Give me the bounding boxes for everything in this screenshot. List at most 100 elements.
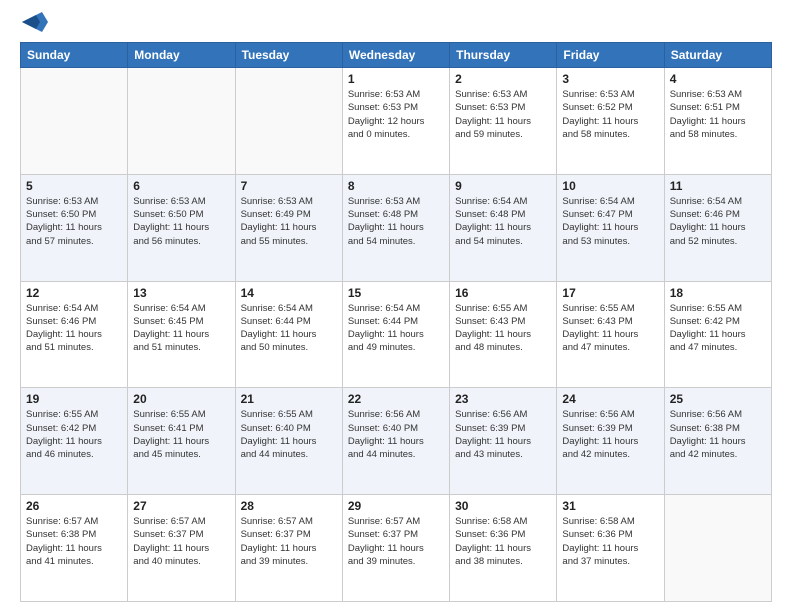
calendar-cell: 3 Sunrise: 6:53 AM Sunset: 6:52 PM Daylig… bbox=[557, 68, 664, 175]
calendar-cell: 27 Sunrise: 6:57 AM Sunset: 6:37 PM Dayli… bbox=[128, 495, 235, 602]
calendar-cell: 23Sunrise: 6:56 AM Sunset: 6:39 PM Dayli… bbox=[450, 388, 557, 495]
calendar-cell: 7 Sunrise: 6:53 AM Sunset: 6:49 PM Daylig… bbox=[235, 174, 342, 281]
calendar-header-row: SundayMondayTuesdayWednesdayThursdayFrid… bbox=[21, 43, 772, 68]
day-info: Sunrise: 6:57 AM Sunset: 6:37 PM Dayligh… bbox=[348, 515, 444, 568]
day-info: Sunrise: 6:53 AM Sunset: 6:53 PM Dayligh… bbox=[455, 88, 551, 141]
calendar-cell: 31 Sunrise: 6:58 AM Sunset: 6:36 PM Dayli… bbox=[557, 495, 664, 602]
day-info: Sunrise: 6:55 AM Sunset: 6:43 PM Dayligh… bbox=[562, 302, 658, 355]
calendar-cell: 28 Sunrise: 6:57 AM Sunset: 6:37 PM Dayli… bbox=[235, 495, 342, 602]
calendar-header-friday: Friday bbox=[557, 43, 664, 68]
calendar-cell: 16 Sunrise: 6:55 AM Sunset: 6:43 PM Dayli… bbox=[450, 281, 557, 388]
calendar-cell: 30 Sunrise: 6:58 AM Sunset: 6:36 PM Dayli… bbox=[450, 495, 557, 602]
calendar-cell: 22 Sunrise: 6:56 AM Sunset: 6:40 PM Dayli… bbox=[342, 388, 449, 495]
day-info: Sunrise: 6:57 AM Sunset: 6:37 PM Dayligh… bbox=[241, 515, 337, 568]
day-number: 7 bbox=[241, 179, 337, 193]
calendar-cell: 19 Sunrise: 6:55 AM Sunset: 6:42 PM Dayli… bbox=[21, 388, 128, 495]
day-info: Sunrise: 6:54 AM Sunset: 6:44 PM Dayligh… bbox=[241, 302, 337, 355]
day-info: Sunrise: 6:54 AM Sunset: 6:45 PM Dayligh… bbox=[133, 302, 229, 355]
day-number: 24 bbox=[562, 392, 658, 406]
calendar-cell: 11Sunrise: 6:54 AM Sunset: 6:46 PM Dayli… bbox=[664, 174, 771, 281]
calendar-header-sunday: Sunday bbox=[21, 43, 128, 68]
day-number: 19 bbox=[26, 392, 122, 406]
day-info: Sunrise: 6:55 AM Sunset: 6:43 PM Dayligh… bbox=[455, 302, 551, 355]
page: SundayMondayTuesdayWednesdayThursdayFrid… bbox=[0, 0, 792, 612]
day-number: 14 bbox=[241, 286, 337, 300]
logo-arrow-icon bbox=[22, 12, 48, 32]
calendar-header-wednesday: Wednesday bbox=[342, 43, 449, 68]
calendar-header-monday: Monday bbox=[128, 43, 235, 68]
logo bbox=[20, 16, 48, 32]
calendar-cell: 1 Sunrise: 6:53 AM Sunset: 6:53 PM Daylig… bbox=[342, 68, 449, 175]
calendar-cell bbox=[235, 68, 342, 175]
day-info: Sunrise: 6:57 AM Sunset: 6:38 PM Dayligh… bbox=[26, 515, 122, 568]
calendar-week-row: 1 Sunrise: 6:53 AM Sunset: 6:53 PM Daylig… bbox=[21, 68, 772, 175]
header bbox=[20, 16, 772, 32]
day-number: 25 bbox=[670, 392, 766, 406]
calendar-week-row: 19 Sunrise: 6:55 AM Sunset: 6:42 PM Dayli… bbox=[21, 388, 772, 495]
day-info: Sunrise: 6:58 AM Sunset: 6:36 PM Dayligh… bbox=[455, 515, 551, 568]
calendar-cell: 21 Sunrise: 6:55 AM Sunset: 6:40 PM Dayli… bbox=[235, 388, 342, 495]
day-info: Sunrise: 6:53 AM Sunset: 6:50 PM Dayligh… bbox=[26, 195, 122, 248]
day-info: Sunrise: 6:55 AM Sunset: 6:41 PM Dayligh… bbox=[133, 408, 229, 461]
day-number: 9 bbox=[455, 179, 551, 193]
day-number: 15 bbox=[348, 286, 444, 300]
day-info: Sunrise: 6:55 AM Sunset: 6:40 PM Dayligh… bbox=[241, 408, 337, 461]
day-number: 1 bbox=[348, 72, 444, 86]
calendar-cell: 18 Sunrise: 6:55 AM Sunset: 6:42 PM Dayli… bbox=[664, 281, 771, 388]
calendar-header-thursday: Thursday bbox=[450, 43, 557, 68]
day-number: 30 bbox=[455, 499, 551, 513]
day-info: Sunrise: 6:54 AM Sunset: 6:46 PM Dayligh… bbox=[670, 195, 766, 248]
day-info: Sunrise: 6:56 AM Sunset: 6:40 PM Dayligh… bbox=[348, 408, 444, 461]
day-number: 31 bbox=[562, 499, 658, 513]
day-info: Sunrise: 6:54 AM Sunset: 6:48 PM Dayligh… bbox=[455, 195, 551, 248]
calendar-cell bbox=[128, 68, 235, 175]
calendar-cell: 15 Sunrise: 6:54 AM Sunset: 6:44 PM Dayli… bbox=[342, 281, 449, 388]
day-number: 10 bbox=[562, 179, 658, 193]
calendar-week-row: 5Sunrise: 6:53 AM Sunset: 6:50 PM Daylig… bbox=[21, 174, 772, 281]
day-number: 17 bbox=[562, 286, 658, 300]
calendar-week-row: 12Sunrise: 6:54 AM Sunset: 6:46 PM Dayli… bbox=[21, 281, 772, 388]
day-number: 2 bbox=[455, 72, 551, 86]
day-number: 16 bbox=[455, 286, 551, 300]
day-info: Sunrise: 6:54 AM Sunset: 6:46 PM Dayligh… bbox=[26, 302, 122, 355]
day-number: 4 bbox=[670, 72, 766, 86]
day-info: Sunrise: 6:54 AM Sunset: 6:44 PM Dayligh… bbox=[348, 302, 444, 355]
day-info: Sunrise: 6:53 AM Sunset: 6:48 PM Dayligh… bbox=[348, 195, 444, 248]
calendar-cell: 25 Sunrise: 6:56 AM Sunset: 6:38 PM Dayli… bbox=[664, 388, 771, 495]
calendar-header-tuesday: Tuesday bbox=[235, 43, 342, 68]
day-number: 27 bbox=[133, 499, 229, 513]
day-info: Sunrise: 6:53 AM Sunset: 6:52 PM Dayligh… bbox=[562, 88, 658, 141]
day-info: Sunrise: 6:53 AM Sunset: 6:53 PM Dayligh… bbox=[348, 88, 444, 141]
day-info: Sunrise: 6:55 AM Sunset: 6:42 PM Dayligh… bbox=[670, 302, 766, 355]
calendar-cell: 5Sunrise: 6:53 AM Sunset: 6:50 PM Daylig… bbox=[21, 174, 128, 281]
calendar-table: SundayMondayTuesdayWednesdayThursdayFrid… bbox=[20, 42, 772, 602]
day-number: 29 bbox=[348, 499, 444, 513]
calendar-cell: 24Sunrise: 6:56 AM Sunset: 6:39 PM Dayli… bbox=[557, 388, 664, 495]
day-number: 3 bbox=[562, 72, 658, 86]
day-info: Sunrise: 6:56 AM Sunset: 6:39 PM Dayligh… bbox=[455, 408, 551, 461]
calendar-cell: 26 Sunrise: 6:57 AM Sunset: 6:38 PM Dayli… bbox=[21, 495, 128, 602]
calendar-cell bbox=[664, 495, 771, 602]
calendar-cell: 2 Sunrise: 6:53 AM Sunset: 6:53 PM Daylig… bbox=[450, 68, 557, 175]
day-number: 13 bbox=[133, 286, 229, 300]
calendar-cell: 14 Sunrise: 6:54 AM Sunset: 6:44 PM Dayli… bbox=[235, 281, 342, 388]
day-number: 21 bbox=[241, 392, 337, 406]
day-info: Sunrise: 6:57 AM Sunset: 6:37 PM Dayligh… bbox=[133, 515, 229, 568]
day-info: Sunrise: 6:53 AM Sunset: 6:49 PM Dayligh… bbox=[241, 195, 337, 248]
day-number: 18 bbox=[670, 286, 766, 300]
day-number: 22 bbox=[348, 392, 444, 406]
day-info: Sunrise: 6:58 AM Sunset: 6:36 PM Dayligh… bbox=[562, 515, 658, 568]
day-number: 20 bbox=[133, 392, 229, 406]
day-number: 8 bbox=[348, 179, 444, 193]
calendar-cell bbox=[21, 68, 128, 175]
calendar-cell: 4 Sunrise: 6:53 AM Sunset: 6:51 PM Daylig… bbox=[664, 68, 771, 175]
day-info: Sunrise: 6:56 AM Sunset: 6:38 PM Dayligh… bbox=[670, 408, 766, 461]
calendar-cell: 17 Sunrise: 6:55 AM Sunset: 6:43 PM Dayli… bbox=[557, 281, 664, 388]
calendar-cell: 13 Sunrise: 6:54 AM Sunset: 6:45 PM Dayli… bbox=[128, 281, 235, 388]
day-number: 28 bbox=[241, 499, 337, 513]
day-info: Sunrise: 6:53 AM Sunset: 6:50 PM Dayligh… bbox=[133, 195, 229, 248]
day-info: Sunrise: 6:55 AM Sunset: 6:42 PM Dayligh… bbox=[26, 408, 122, 461]
day-info: Sunrise: 6:53 AM Sunset: 6:51 PM Dayligh… bbox=[670, 88, 766, 141]
calendar-cell: 12Sunrise: 6:54 AM Sunset: 6:46 PM Dayli… bbox=[21, 281, 128, 388]
day-number: 26 bbox=[26, 499, 122, 513]
